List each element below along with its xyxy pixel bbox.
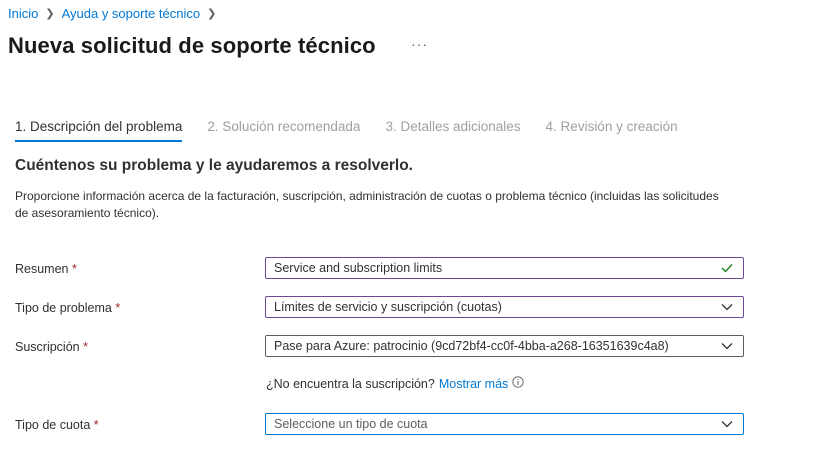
- subscription-label: Suscripción *: [15, 340, 88, 354]
- chevron-down-icon: [719, 416, 735, 432]
- subscription-label-text: Suscripción: [15, 340, 80, 354]
- quota-type-dropdown[interactable]: Seleccione un tipo de cuota: [265, 413, 744, 435]
- breadcrumb: Inicio ❯ Ayuda y soporte técnico ❯: [8, 6, 216, 21]
- problem-type-label-text: Tipo de problema: [15, 301, 112, 315]
- summary-value: Service and subscription limits: [274, 261, 443, 275]
- quota-type-label: Tipo de cuota *: [15, 418, 99, 432]
- wizard-tabs: 1. Descripción del problema 2. Solución …: [15, 119, 703, 142]
- summary-input[interactable]: Service and subscription limits: [265, 257, 744, 279]
- chevron-right-icon: ❯: [207, 8, 217, 20]
- quota-type-label-text: Tipo de cuota: [15, 418, 91, 432]
- section-description: Proporcione información acerca de la fac…: [15, 189, 719, 220]
- breadcrumb-home-link[interactable]: Inicio: [8, 6, 38, 21]
- section-title: Cuéntenos su problema y le ayudaremos a …: [15, 157, 413, 174]
- quota-type-placeholder: Seleccione un tipo de cuota: [274, 417, 428, 431]
- summary-label: Resumen *: [15, 262, 77, 276]
- problem-type-dropdown[interactable]: Límites de servicio y suscripción (cuota…: [265, 296, 744, 318]
- chevron-right-icon: ❯: [45, 8, 55, 20]
- summary-label-text: Resumen: [15, 262, 69, 276]
- required-marker: *: [71, 262, 77, 276]
- page-title: Nueva solicitud de soporte técnico: [8, 33, 376, 58]
- chevron-down-icon: [719, 299, 735, 315]
- subscription-hint: ¿No encuentra la suscripción? Mostrar má…: [266, 376, 524, 391]
- checkmark-icon: [719, 260, 735, 276]
- info-icon[interactable]: [512, 376, 524, 391]
- problem-type-label: Tipo de problema *: [15, 301, 120, 315]
- more-options-button[interactable]: ···: [411, 36, 428, 52]
- tab-additional-details[interactable]: 3. Detalles adicionales: [385, 119, 520, 142]
- chevron-down-icon: [719, 338, 735, 354]
- subscription-value: Pase para Azure: patrocinio (9cd72bf4-cc…: [274, 339, 669, 353]
- required-marker: *: [93, 418, 99, 432]
- subscription-dropdown[interactable]: Pase para Azure: patrocinio (9cd72bf4-cc…: [265, 335, 744, 357]
- breadcrumb-support-link[interactable]: Ayuda y soporte técnico: [62, 6, 201, 21]
- tab-review-create[interactable]: 4. Revisión y creación: [546, 119, 678, 142]
- subscription-hint-text: ¿No encuentra la suscripción?: [266, 376, 435, 391]
- required-marker: *: [115, 301, 121, 315]
- problem-type-value: Límites de servicio y suscripción (cuota…: [274, 300, 502, 314]
- tab-recommended-solution[interactable]: 2. Solución recomendada: [207, 119, 360, 142]
- show-more-link[interactable]: Mostrar más: [439, 377, 508, 391]
- required-marker: *: [83, 340, 88, 354]
- tab-problem-description[interactable]: 1. Descripción del problema: [15, 119, 183, 142]
